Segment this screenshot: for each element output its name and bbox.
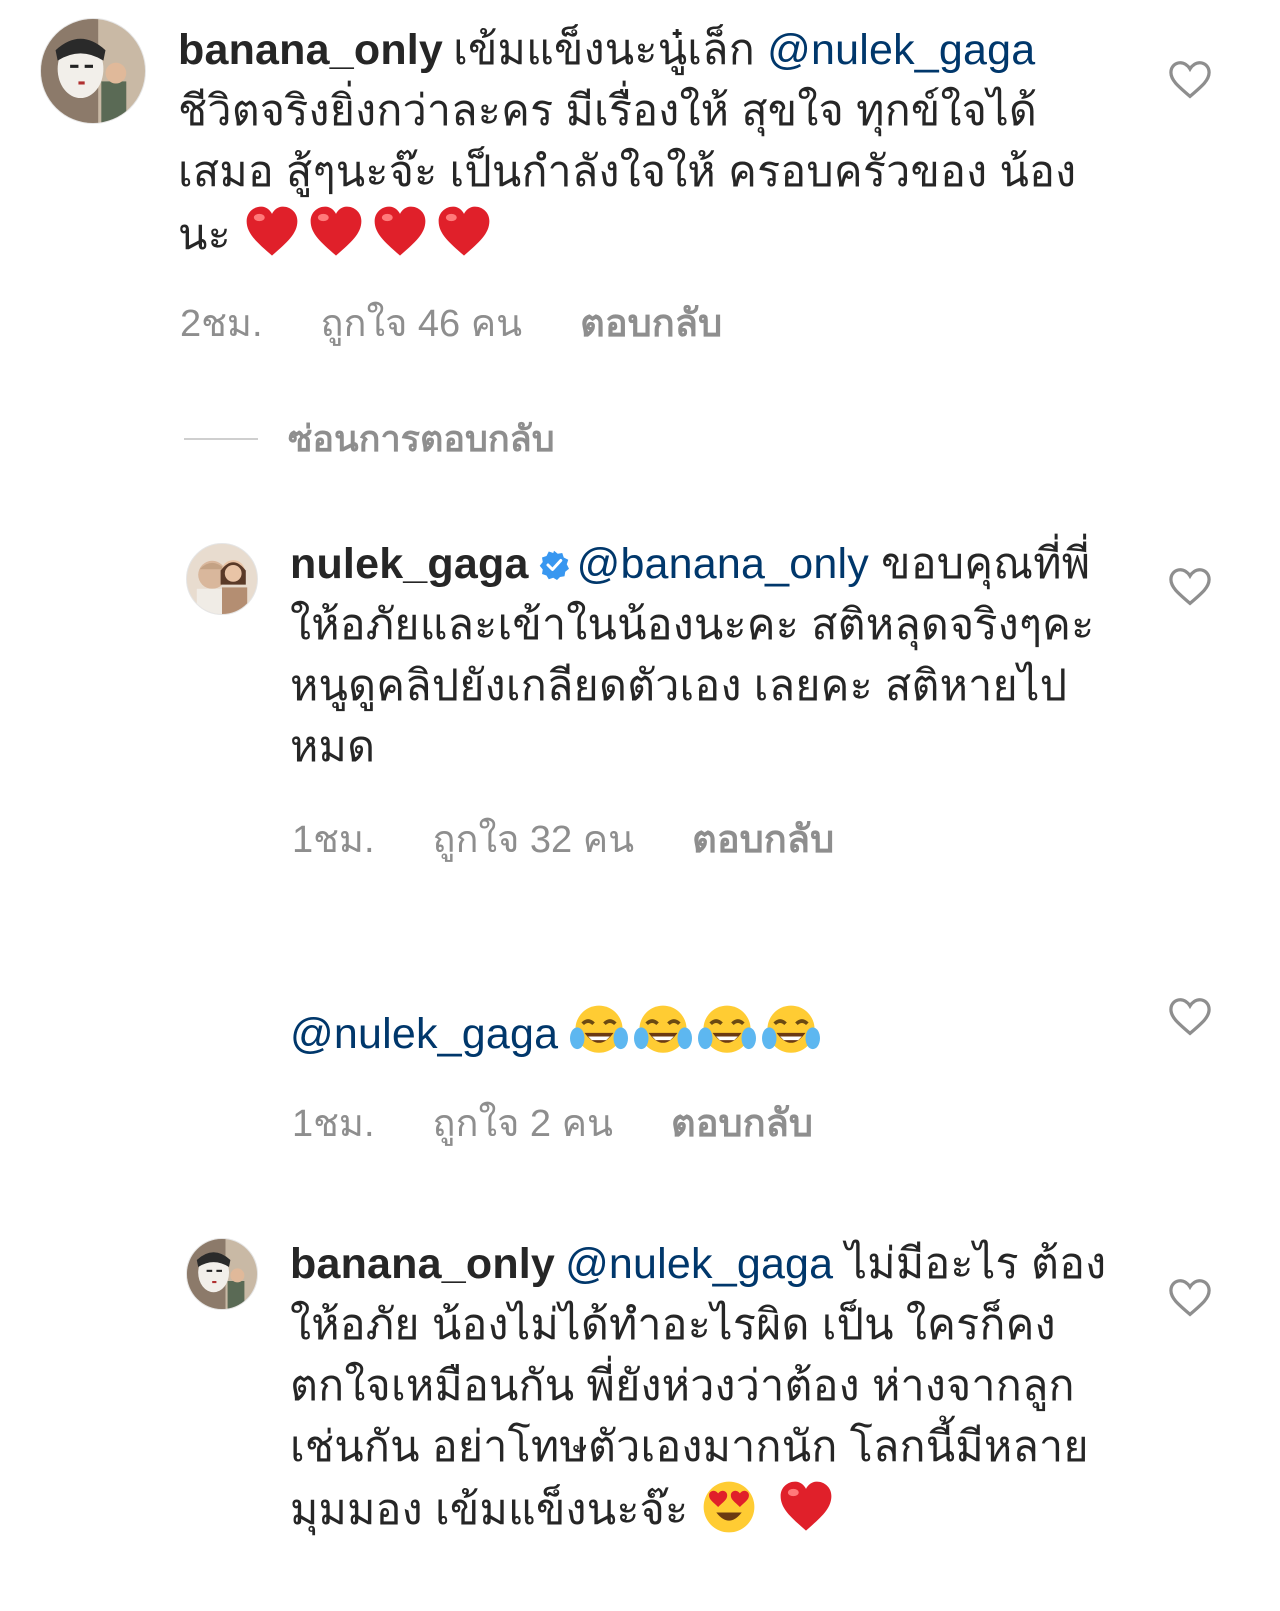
heart-emoji (438, 206, 490, 256)
comment-text: เข้มแข็งนะนู๋เล็ก (453, 26, 755, 74)
heart-eyes-emoji (704, 1481, 755, 1533)
divider (184, 437, 258, 440)
like-heart-icon[interactable] (1168, 60, 1212, 100)
avatar[interactable] (186, 543, 258, 615)
like-heart-icon[interactable] (1168, 567, 1212, 607)
heart-emoji (246, 206, 298, 256)
verified-badge-icon (539, 550, 569, 580)
likes-count[interactable]: ถูกใจ 2 คน (433, 1092, 613, 1153)
comment-body: banana_only @nulek_gaga ไม่มีอะไร ต้องให้… (290, 1234, 1110, 1541)
reply-button[interactable]: ตอบกลับ (692, 808, 834, 869)
like-heart-icon[interactable] (1168, 997, 1212, 1037)
heart-emoji (310, 206, 362, 256)
mention-link[interactable]: @nulek_gaga (767, 26, 1035, 74)
avatar-image (187, 544, 257, 614)
tears-of-joy-emoji (634, 1005, 693, 1053)
timestamp: 1ชม. (292, 1103, 375, 1145)
likes-count[interactable]: ถูกใจ 32 คน (433, 808, 635, 869)
comment-meta: 1ชม. ถูกใจ 2 คน ตอบกลับ (292, 1092, 813, 1153)
hide-replies-button[interactable]: ซ่อนการตอบกลับ (184, 410, 555, 467)
reply-button[interactable]: ตอบกลับ (580, 292, 722, 353)
comment-meta: 2ชม. ถูกใจ 46 คน ตอบกลับ (180, 292, 722, 353)
comment-body: @nulek_gaga (290, 1002, 1110, 1065)
timestamp: 2ชม. (180, 303, 263, 345)
comment-body: nulek_gaga @banana_only ขอบคุณที่พี่ให้อภ… (290, 534, 1110, 778)
hide-replies-label: ซ่อนการตอบกลับ (288, 418, 555, 459)
tears-of-joy-emoji (570, 1005, 629, 1053)
likes-count[interactable]: ถูกใจ 46 คน (321, 292, 523, 353)
avatar[interactable] (186, 1238, 258, 1310)
avatar-image (187, 1239, 257, 1309)
reply-button[interactable]: ตอบกลับ (671, 1092, 813, 1153)
tears-of-joy-emoji (762, 1005, 821, 1053)
timestamp: 1ชม. (292, 819, 375, 861)
mention-link[interactable]: @banana_only (577, 540, 869, 588)
comment-body: banana_only เข้มแข็งนะนู๋เล็ก @nulek_gaga… (178, 20, 1078, 266)
comments-thread: banana_only เข้มแข็งนะนู๋เล็ก @nulek_gaga… (0, 0, 1280, 1611)
comment-meta: 1ชม. ถูกใจ 32 คน ตอบกลับ (292, 808, 834, 869)
mention-link[interactable]: @nulek_gaga (290, 1010, 558, 1058)
avatar[interactable] (40, 18, 146, 124)
heart-emoji (780, 1481, 832, 1531)
heart-emoji (374, 206, 426, 256)
mention-link[interactable]: @nulek_gaga (565, 1240, 833, 1288)
username[interactable]: nulek_gaga (290, 540, 529, 588)
username[interactable]: banana_only (178, 26, 443, 74)
tears-of-joy-emoji (698, 1005, 757, 1053)
avatar-image (41, 19, 145, 123)
like-heart-icon[interactable] (1168, 1278, 1212, 1318)
username[interactable]: banana_only (290, 1240, 555, 1288)
